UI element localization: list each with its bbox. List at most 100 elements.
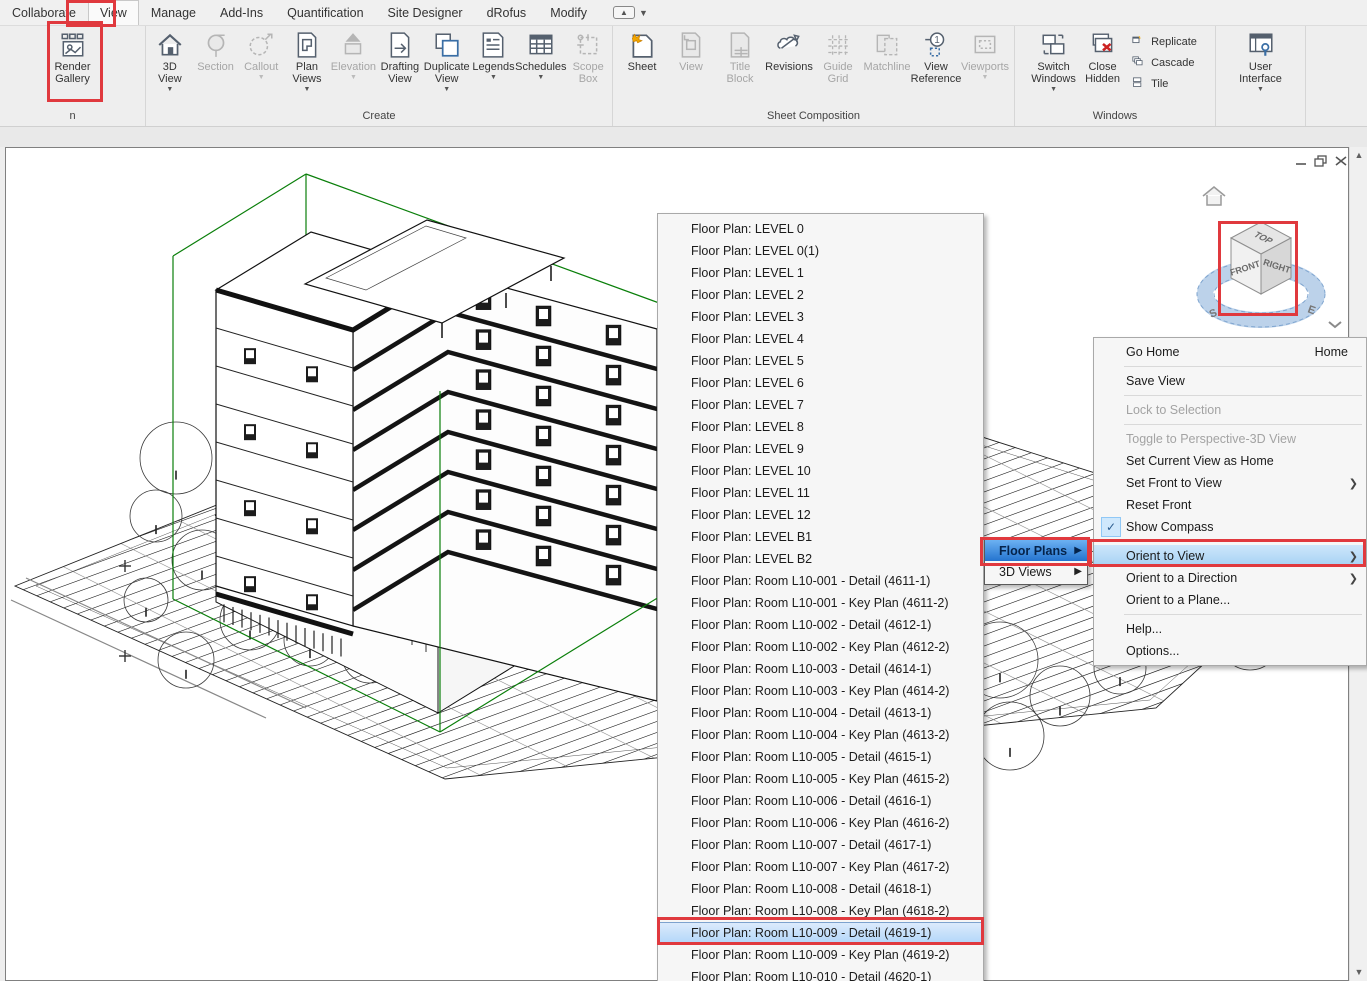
replicate-button[interactable]: Replicate	[1128, 33, 1200, 51]
floor-plan-menu-item[interactable]: Floor Plan: LEVEL 11	[658, 482, 983, 504]
legends-button[interactable]: Legends▼	[472, 29, 516, 81]
floor-plan-menu-item[interactable]: Floor Plan: LEVEL B2	[658, 548, 983, 570]
user-interface-button[interactable]: UserInterface▼	[1237, 29, 1284, 93]
floor-plan-menu-item[interactable]: Floor Plan: LEVEL 4	[658, 328, 983, 350]
ribbon-panel-buttons: 3DView▼SectionCallout▼PlanViews▼Elevatio…	[146, 26, 612, 108]
sheet-icon	[628, 31, 656, 59]
submenu-item-floor-plans[interactable]: Floor Plans▶	[985, 540, 1087, 561]
floor-plan-menu-item[interactable]: Floor Plan: Room L10-001 - Key Plan (461…	[658, 592, 983, 614]
floor-plan-menu-item[interactable]: Floor Plan: Room L10-005 - Detail (4615-…	[658, 746, 983, 768]
view-reference-button[interactable]: 1ViewReference	[913, 29, 960, 85]
3d-view-button[interactable]: 3DView▼	[148, 29, 192, 93]
tab-view[interactable]: View	[88, 0, 139, 25]
legends-icon	[479, 31, 507, 59]
floor-plan-menu-item[interactable]: Floor Plan: Room L10-004 - Key Plan (461…	[658, 724, 983, 746]
ribbon-panel-create: 3DView▼SectionCallout▼PlanViews▼Elevatio…	[146, 26, 613, 126]
menu-separator	[1124, 366, 1362, 367]
ribbon-panel-toggle[interactable]: ▲▼	[613, 6, 648, 19]
tab-collaborate[interactable]: Collaborate	[0, 1, 88, 25]
sheet-button[interactable]: Sheet	[619, 29, 666, 73]
tab-quantification[interactable]: Quantification	[275, 1, 375, 25]
render-gallery-icon	[59, 31, 87, 59]
floor-plan-menu-item[interactable]: Floor Plan: Room L10-003 - Detail (4614-…	[658, 658, 983, 680]
floor-plan-menu-item[interactable]: Floor Plan: Room L10-005 - Key Plan (461…	[658, 768, 983, 790]
floor-plan-menu-item[interactable]: Floor Plan: Room L10-006 - Detail (4616-…	[658, 790, 983, 812]
floor-plan-menu-item[interactable]: Floor Plan: Room L10-007 - Detail (4617-…	[658, 834, 983, 856]
context-menu-item-orient-to-a-direction[interactable]: Orient to a Direction❯	[1094, 567, 1366, 589]
floor-plan-menu-item[interactable]: Floor Plan: Room L10-002 - Detail (4612-…	[658, 614, 983, 636]
view-cube[interactable]: TOPFRONTRIGHTSE	[1191, 176, 1349, 346]
render-gallery-button[interactable]: RenderGallery	[49, 29, 96, 85]
duplicate-view-icon	[433, 31, 461, 59]
restore-window-icon[interactable]	[1314, 154, 1328, 166]
tab-modify[interactable]: Modify	[538, 1, 599, 25]
menu-item-shortcut: Home	[1315, 345, 1366, 359]
context-menu-item-save-view[interactable]: Save View	[1094, 370, 1366, 392]
floor-plan-menu-item[interactable]: Floor Plan: LEVEL 0	[658, 218, 983, 240]
context-menu-item-options[interactable]: Options...	[1094, 640, 1366, 662]
context-menu-item-set-front-to-view[interactable]: Set Front to View❯	[1094, 472, 1366, 494]
switch-windows-button[interactable]: SwitchWindows▼	[1030, 29, 1077, 93]
floor-plan-menu-item[interactable]: Floor Plan: LEVEL 7	[658, 394, 983, 416]
plan-views-button[interactable]: PlanViews▼	[285, 29, 329, 93]
floor-plan-menu-item[interactable]: Floor Plan: LEVEL 8	[658, 416, 983, 438]
floor-plan-menu-item[interactable]: Floor Plan: LEVEL 9	[658, 438, 983, 460]
menu-item-gutter	[1100, 342, 1122, 362]
view-icon	[677, 31, 705, 59]
floor-plan-menu-item[interactable]: Floor Plan: Room L10-009 - Key Plan (461…	[658, 944, 983, 966]
close-hidden-button[interactable]: CloseHidden	[1079, 29, 1126, 85]
floor-plan-menu-item[interactable]: Floor Plan: LEVEL 0(1)	[658, 240, 983, 262]
context-menu-item-reset-front[interactable]: Reset Front	[1094, 494, 1366, 516]
button-label: Elevation	[331, 61, 376, 73]
floor-plan-menu-item[interactable]: Floor Plan: Room L10-010 - Detail (4620-…	[658, 966, 983, 981]
floor-plan-menu-item[interactable]: Floor Plan: Room L10-007 - Key Plan (461…	[658, 856, 983, 878]
close-hidden-icon	[1089, 31, 1117, 59]
chevron-up-icon[interactable]: ▲	[1350, 147, 1367, 164]
close-window-icon[interactable]	[1334, 154, 1348, 166]
tab-site-designer[interactable]: Site Designer	[376, 1, 475, 25]
floor-plan-menu-item[interactable]: Floor Plan: LEVEL 3	[658, 306, 983, 328]
tab-drofus[interactable]: dRofus	[475, 1, 539, 25]
floor-plan-menu-item[interactable]: Floor Plan: LEVEL 5	[658, 350, 983, 372]
context-menu-item-orient-to-a-plane[interactable]: Orient to a Plane...	[1094, 589, 1366, 611]
floor-plan-menu-item[interactable]: Floor Plan: Room L10-006 - Key Plan (461…	[658, 812, 983, 834]
context-menu-item-set-current-view-as-home[interactable]: Set Current View as Home	[1094, 450, 1366, 472]
floor-plan-menu-item[interactable]: Floor Plan: Room L10-003 - Key Plan (461…	[658, 680, 983, 702]
floor-plan-menu-item[interactable]: Floor Plan: LEVEL 12	[658, 504, 983, 526]
cascade-button[interactable]: Cascade	[1128, 54, 1200, 72]
floor-plan-menu-item[interactable]: Floor Plan: LEVEL 1	[658, 262, 983, 284]
drafting-view-button[interactable]: DraftingView	[378, 29, 422, 85]
scope-box-icon	[574, 31, 602, 59]
revisions-button[interactable]: Revisions	[766, 29, 813, 73]
button-label: Section	[197, 61, 234, 73]
tab-add-ins[interactable]: Add-Ins	[208, 1, 275, 25]
floor-plan-menu-item[interactable]: Floor Plan: Room L10-009 - Detail (4619-…	[658, 922, 983, 944]
duplicate-view-button[interactable]: DuplicateView▼	[424, 29, 470, 93]
submenu-item-3d-views[interactable]: 3D Views▶	[985, 561, 1087, 582]
floor-plan-menu-item[interactable]: Floor Plan: Room L10-008 - Key Plan (461…	[658, 900, 983, 922]
context-menu-item-help[interactable]: Help...	[1094, 618, 1366, 640]
floor-plan-menu-item[interactable]: Floor Plan: LEVEL 2	[658, 284, 983, 306]
minimize-window-icon[interactable]	[1294, 154, 1308, 166]
tab-manage[interactable]: Manage	[139, 1, 208, 25]
floor-plan-menu-item[interactable]: Floor Plan: Room L10-004 - Detail (4613-…	[658, 702, 983, 724]
floor-plan-menu-item[interactable]: Floor Plan: Room L10-002 - Key Plan (461…	[658, 636, 983, 658]
button-label: SwitchWindows	[1031, 61, 1076, 85]
elevation-button: Elevation▼	[331, 29, 376, 81]
context-menu-item-show-compass[interactable]: ✓Show Compass	[1094, 516, 1366, 538]
plan-views-icon	[293, 31, 321, 59]
menu-item-gutter	[1100, 451, 1122, 471]
floor-plan-menu-item[interactable]: Floor Plan: Room L10-008 - Detail (4618-…	[658, 878, 983, 900]
context-menu-item-go-home[interactable]: Go HomeHome	[1094, 341, 1366, 363]
menu-item-label: Save View	[1122, 374, 1366, 388]
button-label: RenderGallery	[54, 61, 90, 85]
floor-plan-menu-item[interactable]: Floor Plan: LEVEL B1	[658, 526, 983, 548]
tile-button[interactable]: Tile	[1128, 75, 1200, 93]
chevron-down-icon[interactable]: ▼	[1350, 964, 1367, 981]
floor-plan-menu-item[interactable]: Floor Plan: LEVEL 10	[658, 460, 983, 482]
floor-plan-menu-item[interactable]: Floor Plan: LEVEL 6	[658, 372, 983, 394]
schedules-button[interactable]: Schedules▼	[517, 29, 564, 81]
context-menu-item-toggle-to-perspective-3d-view: Toggle to Perspective-3D View	[1094, 428, 1366, 450]
floor-plan-menu-item[interactable]: Floor Plan: Room L10-001 - Detail (4611-…	[658, 570, 983, 592]
context-menu-item-orient-to-view[interactable]: Orient to View❯	[1094, 545, 1366, 567]
